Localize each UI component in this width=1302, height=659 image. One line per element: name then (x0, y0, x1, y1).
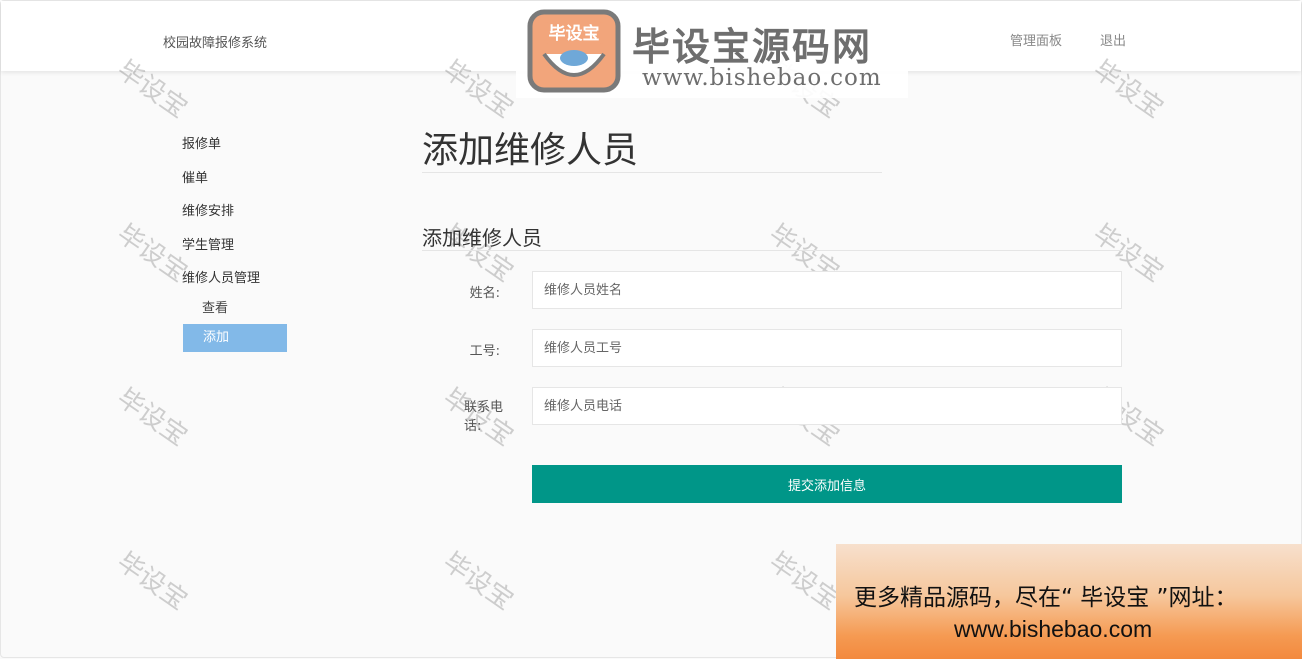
employee-id-input[interactable] (532, 329, 1122, 367)
sidebar-subitem-view[interactable]: 查看 (202, 297, 228, 316)
page-title: 添加维修人员 (422, 130, 639, 171)
employee-id-label: 工号: (469, 344, 500, 359)
app-brand[interactable]: 校园故障报修系统 (163, 32, 267, 51)
logo-url: www.bishebao.com (642, 65, 882, 91)
logo-badge-icon: 毕设宝 (527, 9, 621, 93)
sidebar-subitem-add[interactable]: 添加 (183, 324, 287, 352)
promo-text: 更多精品源码，尽在“ 毕设宝 ”网址： (854, 585, 1238, 611)
sidebar-item-staff-management[interactable]: 维修人员管理 (182, 267, 260, 286)
sidebar-item-student-management[interactable]: 学生管理 (182, 234, 234, 253)
promo-url: www.bishebao.com (954, 616, 1153, 642)
submit-button[interactable]: 提交添加信息 (532, 465, 1122, 503)
sidebar-item-repair-schedule[interactable]: 维修安排 (182, 200, 234, 219)
section-divider (422, 250, 1122, 251)
phone-input[interactable] (532, 387, 1122, 425)
logo-title: 毕设宝源码网 (632, 25, 873, 69)
nav-logout-link[interactable]: 退出 (1100, 30, 1126, 49)
name-input[interactable] (532, 271, 1122, 309)
form-section-title: 添加维修人员 (422, 226, 542, 250)
promo-banner: 更多精品源码，尽在“ 毕设宝 ”网址： www.bishebao.com (836, 544, 1302, 659)
name-label: 姓名: (469, 286, 500, 301)
site-logo-overlay: 毕设宝 毕设宝源码网 www.bishebao.com (516, 2, 908, 98)
phone-label: 联系电话: (464, 400, 504, 434)
title-divider (422, 172, 882, 173)
sidebar-item-repair-orders[interactable]: 报修单 (182, 133, 221, 152)
logo-badge-text: 毕设宝 (549, 23, 600, 44)
nav-dashboard-link[interactable]: 管理面板 (1010, 30, 1062, 49)
sidebar-item-reminders[interactable]: 催单 (182, 167, 208, 186)
